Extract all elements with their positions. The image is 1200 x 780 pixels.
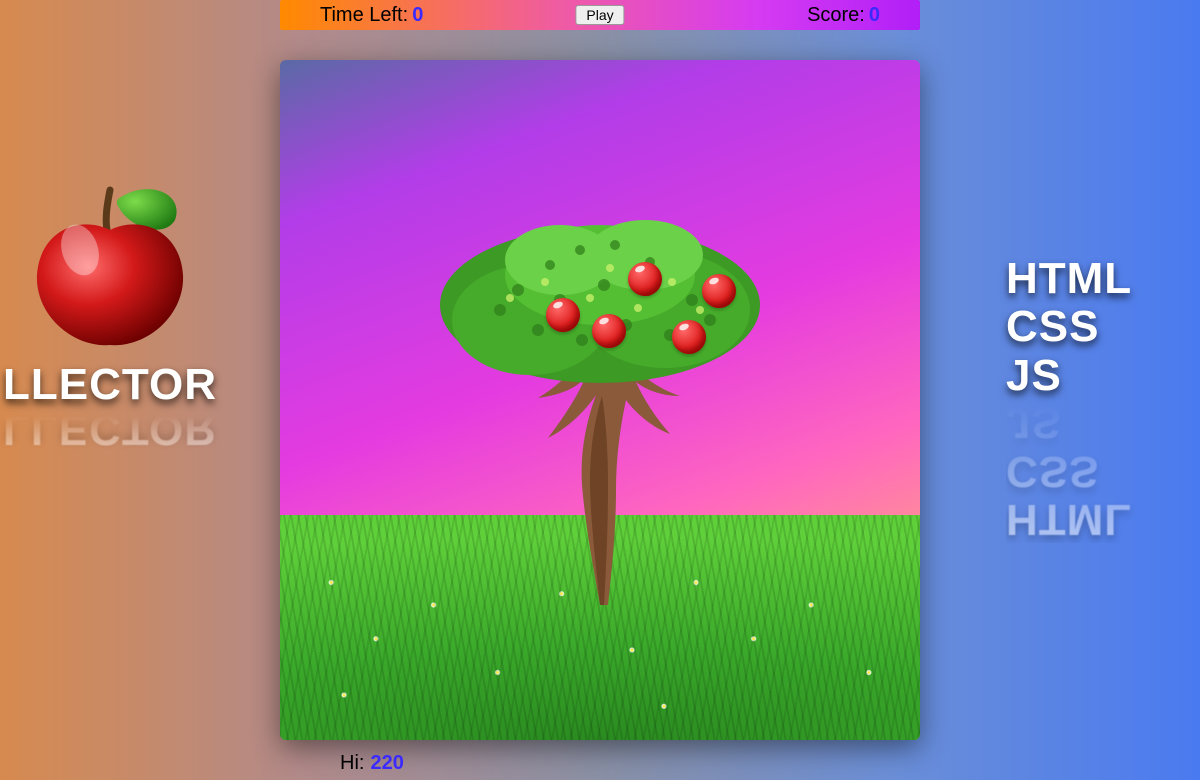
score-value: 0	[869, 4, 880, 27]
time-left-group: Time Left: 0	[320, 4, 423, 27]
play-button[interactable]: Play	[575, 5, 624, 25]
hiscore-group: Hi: 220	[340, 752, 404, 775]
tree-apple[interactable]	[672, 320, 706, 354]
tree-apple[interactable]	[702, 274, 736, 308]
logo-title: LLECTOR	[0, 360, 230, 410]
time-left-value: 0	[412, 4, 423, 27]
game-stage[interactable]	[280, 60, 920, 740]
logo-block: LLECTOR LLECTOR	[0, 180, 230, 454]
hiscore-label: Hi:	[340, 752, 364, 775]
stack-line-html-reflection: HTML	[1006, 495, 1200, 543]
apple-icon	[25, 180, 195, 350]
stack-line-html: HTML	[1006, 255, 1200, 303]
time-left-label: Time Left:	[320, 4, 408, 27]
stack-line-css: CSS	[1006, 303, 1200, 351]
apple-tree	[410, 190, 790, 610]
tree-apple[interactable]	[546, 298, 580, 332]
logo-title-reflection: LLECTOR	[0, 404, 230, 454]
tree-apple[interactable]	[628, 262, 662, 296]
tree-apple[interactable]	[592, 314, 626, 348]
hiscore-value: 220	[370, 752, 403, 775]
score-label: Score:	[807, 4, 865, 27]
score-group: Score: 0	[807, 4, 880, 27]
top-bar: Time Left: 0 Play Score: 0	[280, 0, 920, 30]
stack-line-js: JS	[1006, 352, 1200, 400]
stack-line-css-reflection: CSS	[1006, 447, 1200, 495]
stack-line-js-reflection: JS	[1006, 398, 1200, 446]
tech-stack-block: HTML CSS JS HTML CSS JS	[1006, 255, 1200, 543]
